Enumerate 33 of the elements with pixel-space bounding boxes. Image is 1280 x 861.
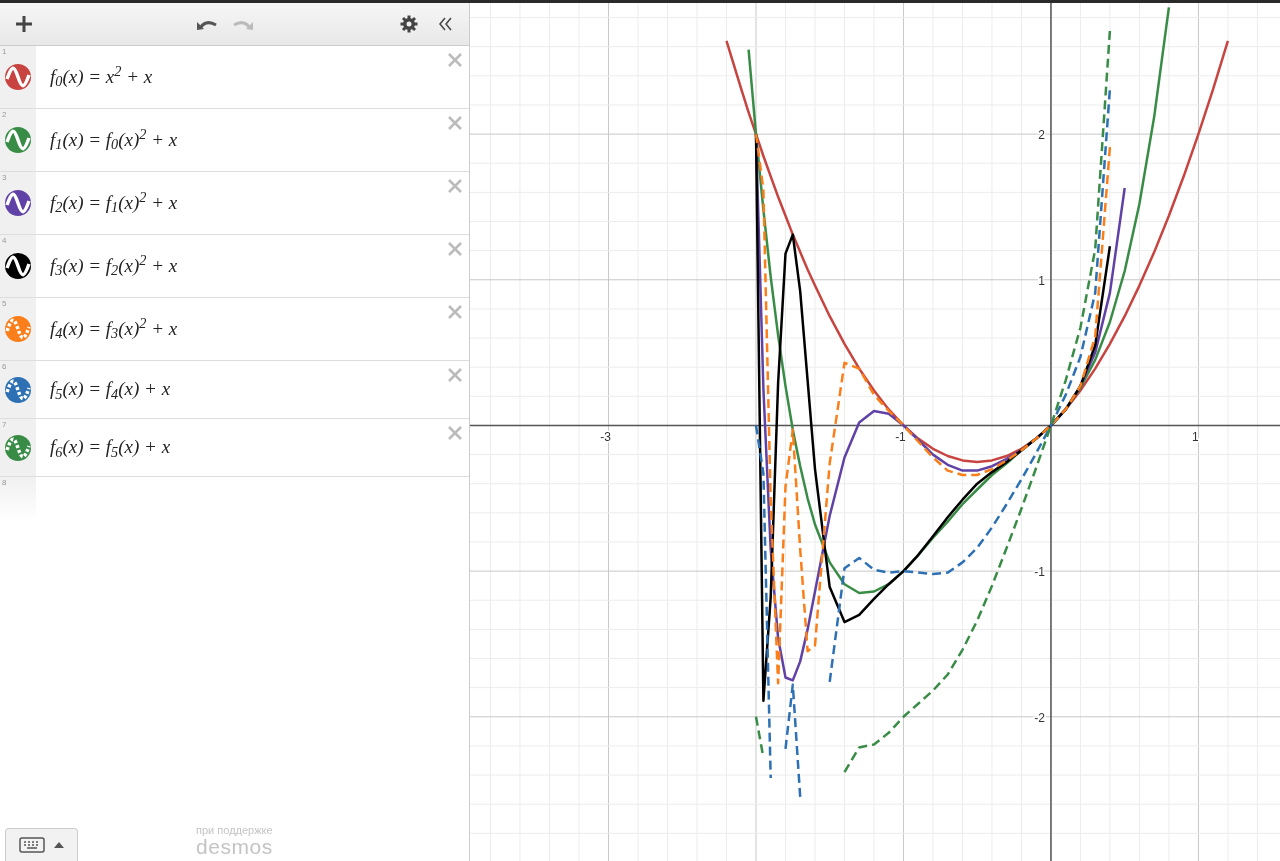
- graph-style-icon[interactable]: [4, 252, 32, 280]
- expression-formula[interactable]: f$_{4}$(x) = f$_{3}$(x)$^{2}$ + x: [50, 314, 178, 344]
- double-chevron-icon: [437, 16, 453, 32]
- expression-number: 1: [2, 48, 7, 56]
- expression-number: 5: [2, 300, 7, 308]
- expression-number: 2: [2, 111, 7, 119]
- expression-formula[interactable]: f$_{0}$(x) = x$^{2}$ + x: [50, 62, 153, 92]
- settings-icon: [400, 15, 418, 33]
- axis-tick-label: -2: [1034, 710, 1045, 725]
- expression-number: 8: [2, 479, 7, 487]
- axis-tick-label: -1: [895, 430, 906, 445]
- powered-by-text: при поддержке: [196, 825, 273, 836]
- axis-tick-label: 1: [1038, 273, 1045, 288]
- expression-formula[interactable]: f$_{5}$(x) = f$_{4}$(x) + x: [50, 375, 171, 404]
- expression-number: 6: [2, 363, 7, 371]
- keyboard-icon: [18, 837, 45, 853]
- expression-number: 7: [2, 421, 7, 429]
- caret-up-icon: [52, 841, 65, 849]
- brand-logo-text: desmos: [196, 836, 273, 857]
- expression-formula[interactable]: f$_{2}$(x) = f$_{1}$(x)$^{2}$ + x: [50, 188, 178, 218]
- graph-style-icon[interactable]: [4, 189, 32, 217]
- expression-formula[interactable]: f$_{1}$(x) = f$_{0}$(x)$^{2}$ + x: [50, 125, 178, 155]
- expression-formula[interactable]: f$_{3}$(x) = f$_{2}$(x)$^{2}$ + x: [50, 251, 178, 281]
- expression-number: 4: [2, 237, 7, 245]
- expression-number: 3: [2, 174, 7, 182]
- axis-tick-label: 1: [1192, 430, 1199, 445]
- keyboard-button[interactable]: [5, 828, 78, 861]
- expression-formula[interactable]: f$_{6}$(x) = f$_{5}$(x) + x: [50, 433, 171, 462]
- axis-tick-label: -3: [600, 430, 611, 445]
- graph-plot[interactable]: -3 -1 1 2 1 -1 -2: [470, 3, 1280, 861]
- axis-tick-label: -1: [1034, 565, 1045, 580]
- plus-icon: [15, 15, 33, 33]
- axis-tick-label: 2: [1038, 128, 1045, 143]
